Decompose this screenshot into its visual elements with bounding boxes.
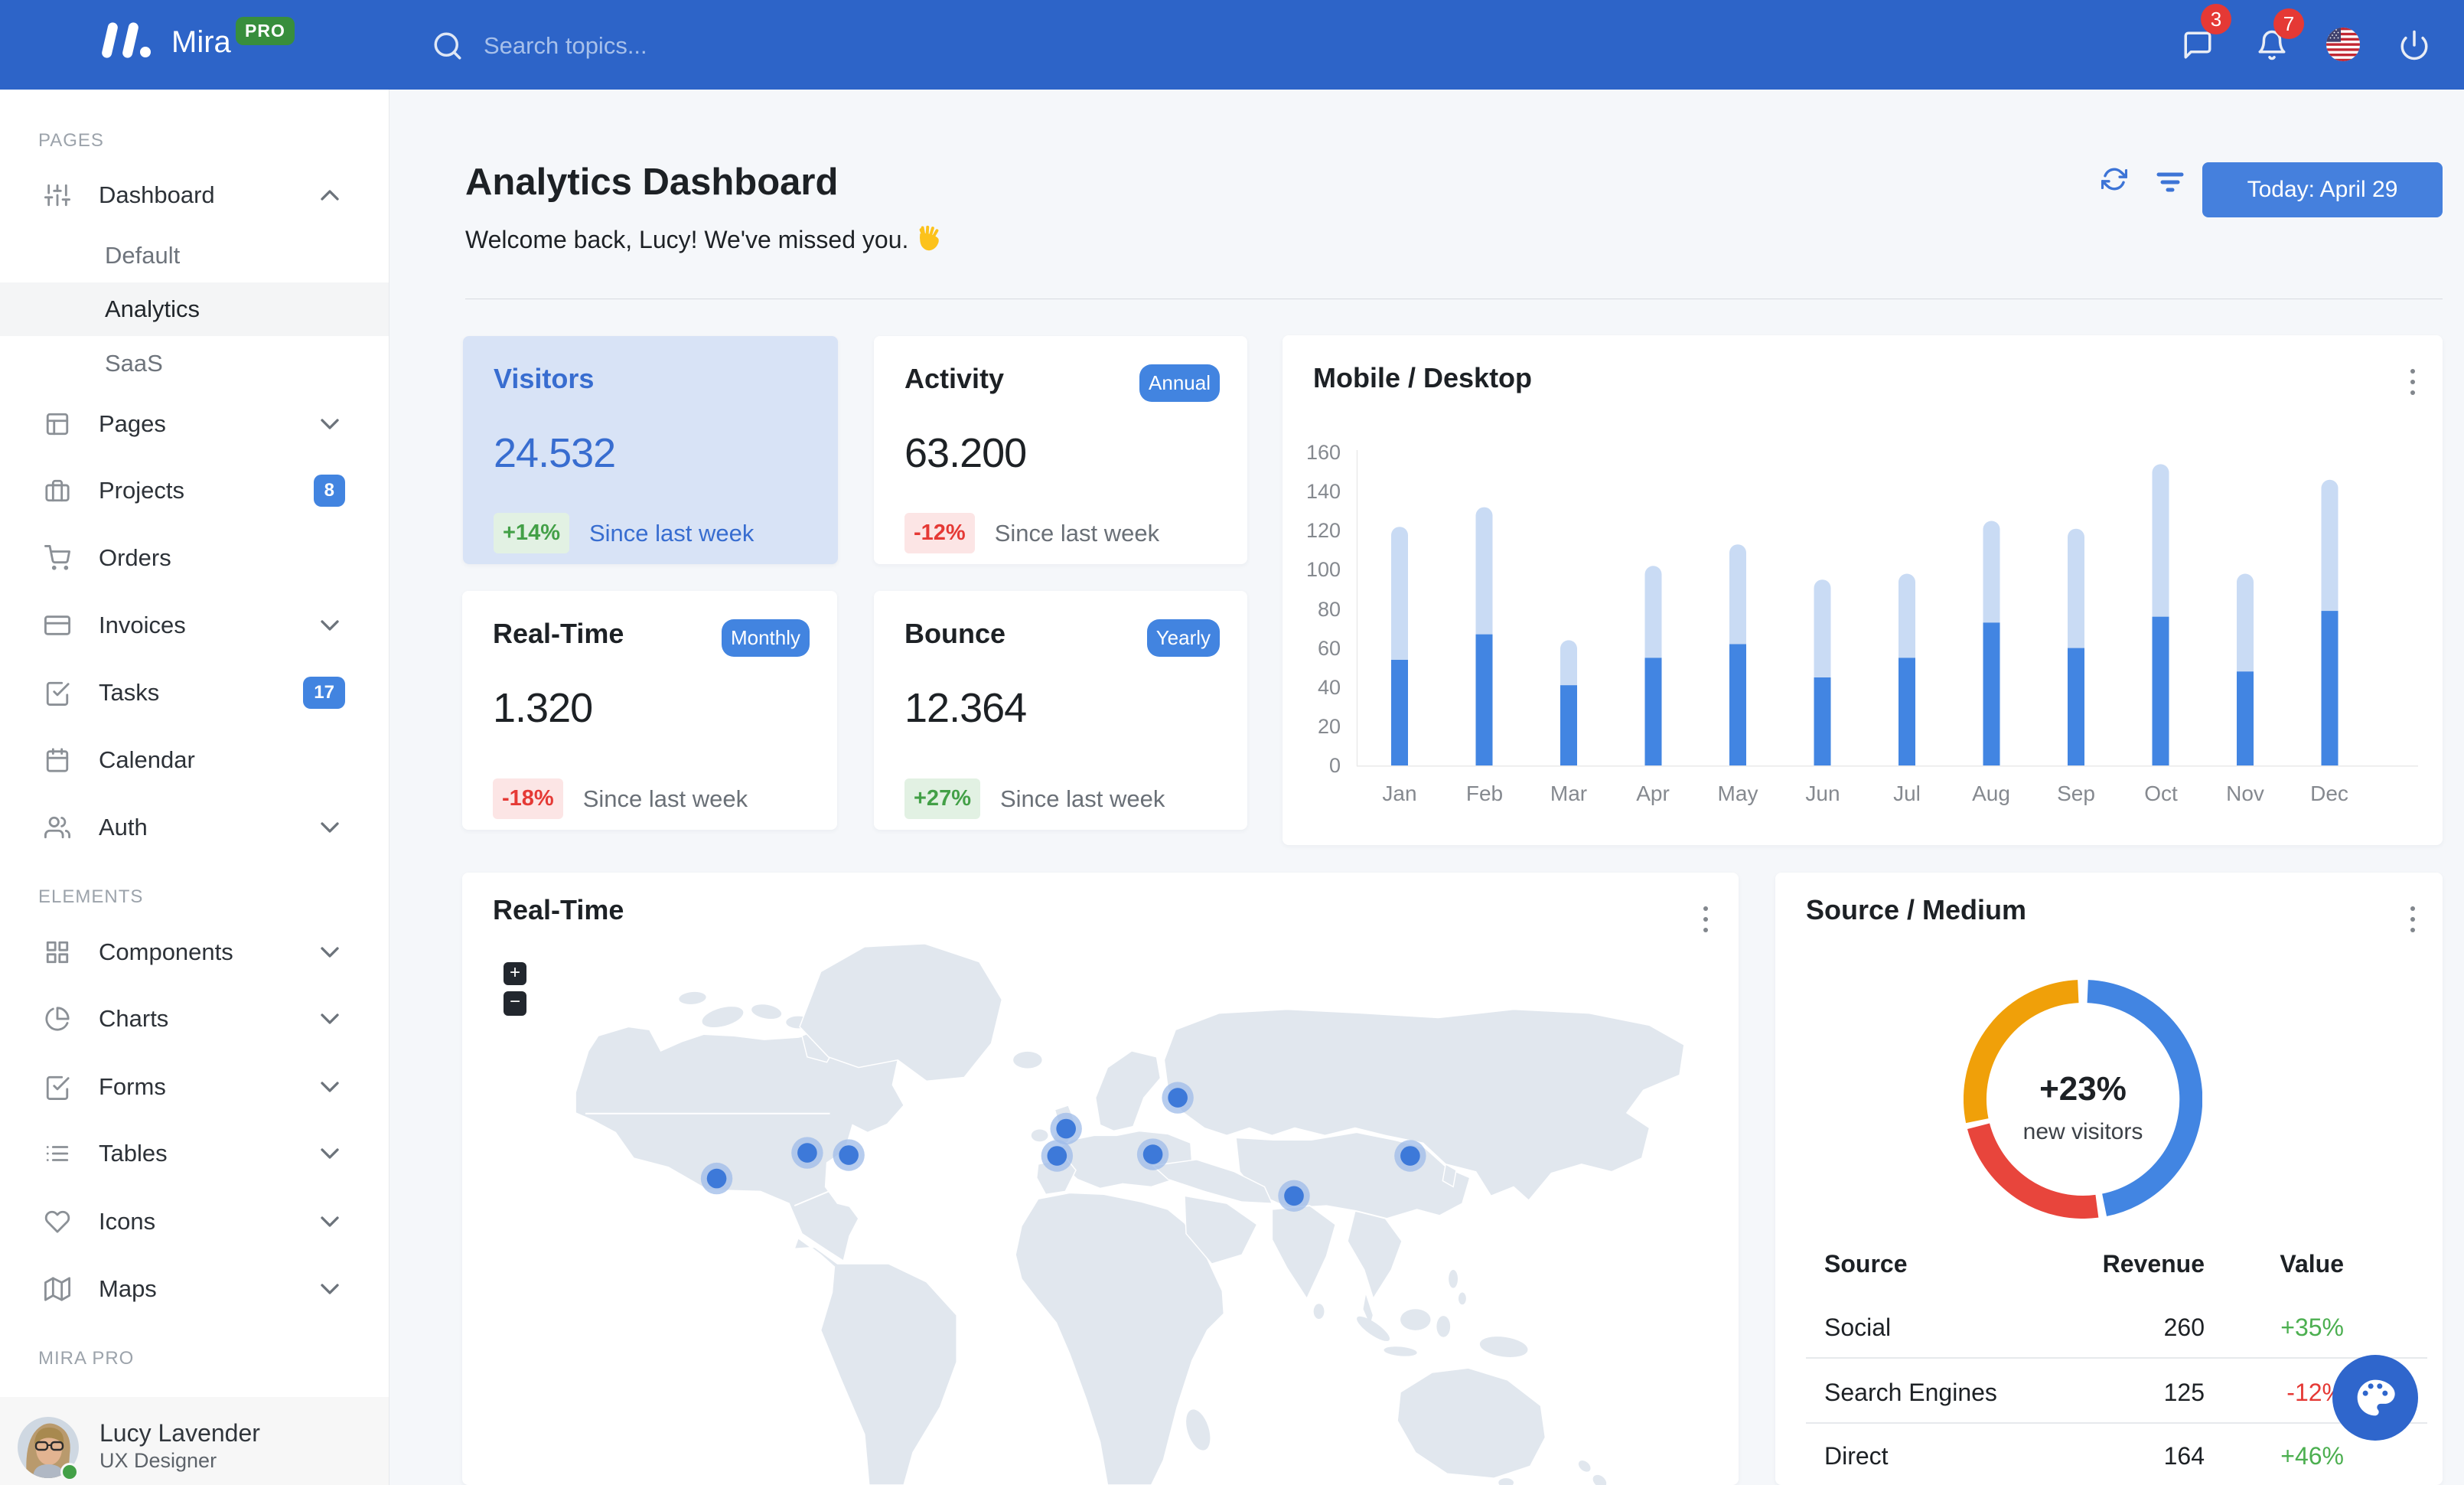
svg-text:160: 160	[1306, 441, 1341, 464]
svg-text:Aug: Aug	[1972, 782, 2010, 805]
svg-text:Sep: Sep	[2057, 782, 2095, 805]
svg-text:80: 80	[1318, 598, 1341, 621]
svg-text:120: 120	[1306, 519, 1341, 542]
svg-text:Jan: Jan	[1382, 782, 1416, 805]
svg-text:40: 40	[1318, 676, 1341, 699]
svg-text:20: 20	[1318, 715, 1341, 738]
svg-text:140: 140	[1306, 480, 1341, 503]
svg-text:Mar: Mar	[1550, 782, 1587, 805]
svg-text:Oct: Oct	[2144, 782, 2178, 805]
svg-text:100: 100	[1306, 558, 1341, 581]
svg-text:0: 0	[1329, 754, 1341, 777]
svg-text:Feb: Feb	[1466, 782, 1503, 805]
svg-text:60: 60	[1318, 637, 1341, 660]
svg-text:May: May	[1718, 782, 1758, 805]
svg-text:Dec: Dec	[2310, 782, 2348, 805]
svg-text:Jul: Jul	[1893, 782, 1921, 805]
svg-text:Jun: Jun	[1805, 782, 1840, 805]
svg-text:Nov: Nov	[2226, 782, 2264, 805]
svg-text:Apr: Apr	[1636, 782, 1670, 805]
